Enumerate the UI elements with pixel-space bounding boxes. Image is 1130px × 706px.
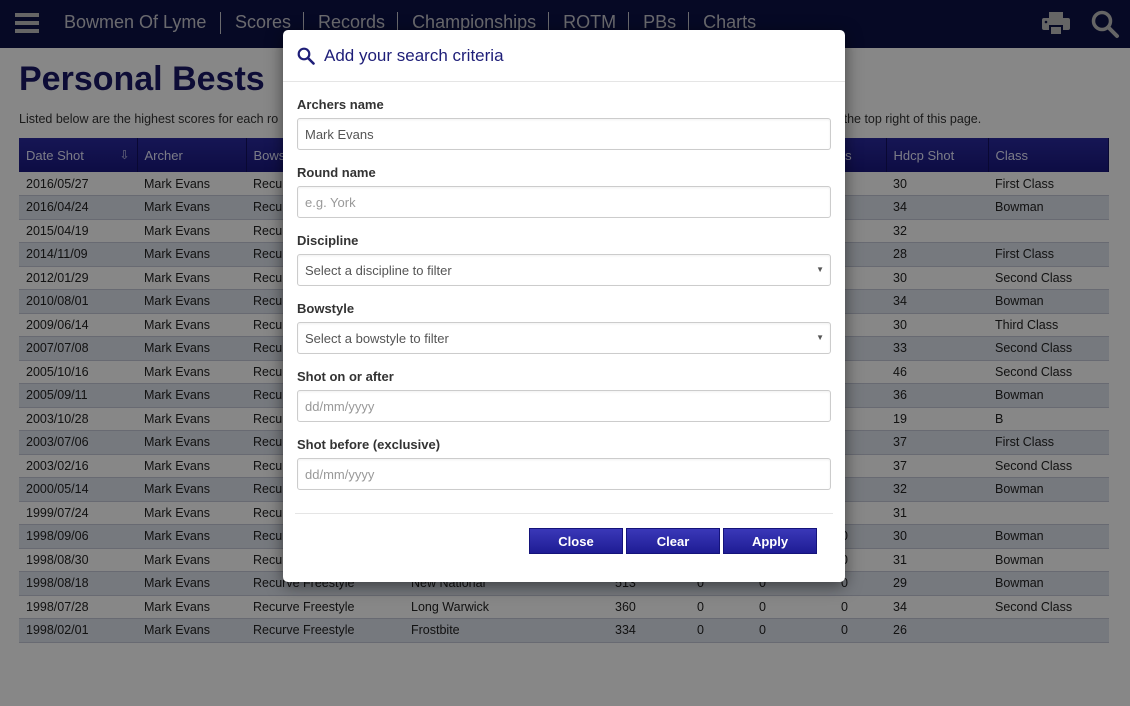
discipline-placeholder: Select a discipline to filter: [305, 262, 452, 278]
close-button[interactable]: Close: [529, 528, 623, 554]
round-name-label: Round name: [297, 165, 376, 180]
modal-title: Add your search criteria: [324, 45, 504, 65]
modal-actions: Close Clear Apply: [529, 528, 817, 554]
search-criteria-modal: Add your search criteria Archers name Ro…: [283, 30, 845, 582]
clear-button[interactable]: Clear: [626, 528, 720, 554]
bowstyle-select[interactable]: Select a bowstyle to filter ▼: [297, 322, 831, 354]
apply-button[interactable]: Apply: [723, 528, 817, 554]
shot-after-label: Shot on or after: [297, 369, 394, 384]
modal-footer-divider: [295, 513, 833, 514]
discipline-label: Discipline: [297, 233, 359, 248]
shot-before-label: Shot before (exclusive): [297, 437, 441, 452]
discipline-select[interactable]: Select a discipline to filter ▼: [297, 254, 831, 286]
search-icon: [297, 47, 315, 65]
modal-body: Archers name Round name Discipline Selec…: [283, 97, 845, 490]
chevron-down-icon: ▼: [816, 333, 824, 342]
shot-before-input[interactable]: [297, 458, 831, 490]
bowstyle-label: Bowstyle: [297, 301, 355, 316]
bowstyle-placeholder: Select a bowstyle to filter: [305, 330, 449, 346]
modal-header: Add your search criteria: [283, 30, 845, 82]
archers-name-label: Archers name: [297, 97, 384, 112]
chevron-down-icon: ▼: [816, 265, 824, 274]
round-name-input[interactable]: [297, 186, 831, 218]
archers-name-input[interactable]: [297, 118, 831, 150]
shot-after-input[interactable]: [297, 390, 831, 422]
